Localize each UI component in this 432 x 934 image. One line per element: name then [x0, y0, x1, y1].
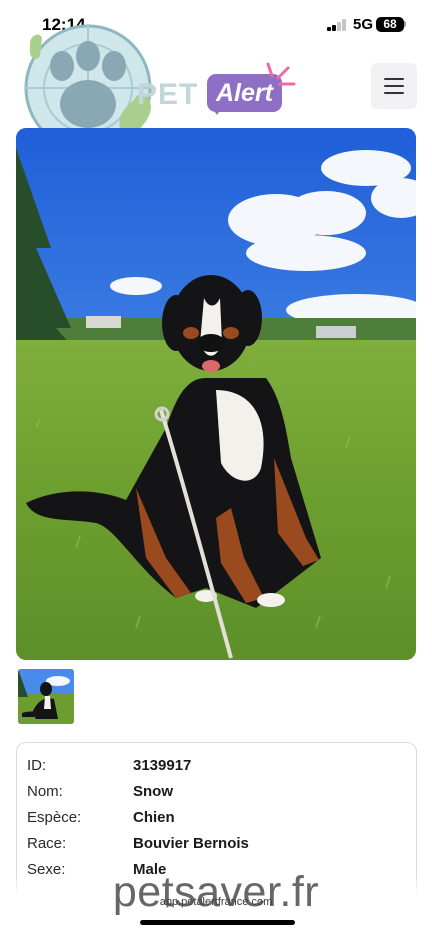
- info-label: Espèce:: [27, 809, 82, 826]
- menu-line-icon: [384, 78, 404, 80]
- hamburger-menu-button[interactable]: [371, 63, 417, 109]
- info-value: Bouvier Bernois: [133, 835, 249, 852]
- network-type: 5G: [353, 16, 374, 33]
- cellular-signal-icon: [327, 19, 349, 31]
- info-label: Race:: [27, 835, 67, 852]
- info-value: Chien: [133, 809, 175, 826]
- watermark: petsaver.fr: [112, 868, 320, 916]
- brand-bubble-tail: [211, 106, 223, 115]
- home-indicator[interactable]: [140, 920, 295, 925]
- info-value: Snow: [133, 783, 173, 800]
- site-header: PET Alert: [0, 24, 432, 152]
- pet-photo[interactable]: [16, 128, 416, 660]
- photo-thumbnail[interactable]: [18, 669, 74, 724]
- info-label: Nom:: [27, 783, 63, 800]
- info-label: ID:: [27, 757, 47, 774]
- info-value: 3139917: [133, 757, 192, 774]
- battery-cap: [404, 21, 406, 27]
- menu-line-icon: [384, 92, 404, 94]
- menu-line-icon: [384, 85, 404, 87]
- alert-sparks-icon: [266, 62, 296, 86]
- brand-pet-text: PET: [137, 78, 199, 111]
- battery-icon: 68: [376, 17, 404, 32]
